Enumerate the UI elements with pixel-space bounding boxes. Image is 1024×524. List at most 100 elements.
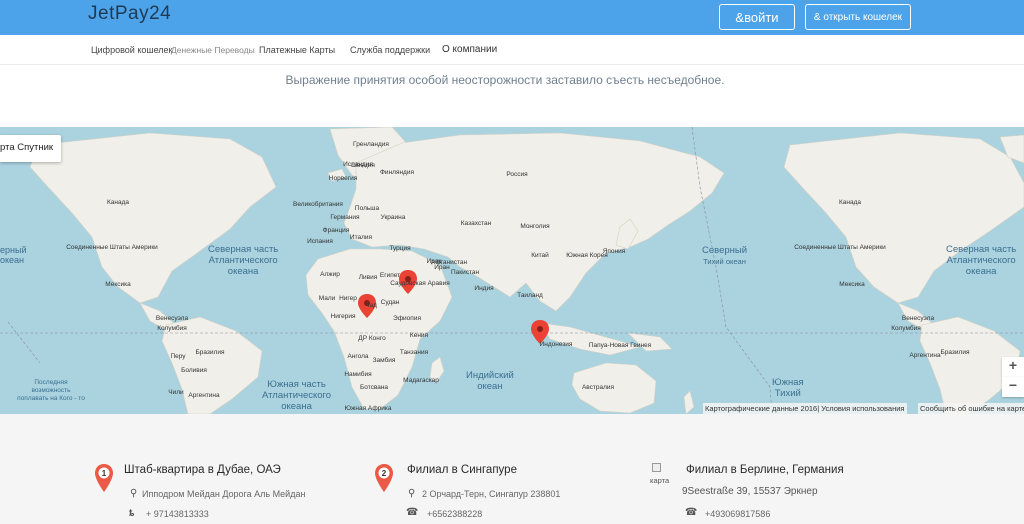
country-label: Пакистан xyxy=(450,269,480,276)
country-label: Таиланд xyxy=(517,292,543,299)
country-label: Нигер xyxy=(339,295,357,302)
country-label: Чад xyxy=(365,302,377,309)
ocean-label: поплавать на Кого - то xyxy=(17,395,85,402)
ocean-label: Южная xyxy=(772,377,804,388)
login-button[interactable]: &войти xyxy=(719,4,795,30)
country-label: Турция xyxy=(389,245,411,252)
country-label: Южная Африка xyxy=(344,405,392,412)
zoom-out-button[interactable]: − xyxy=(1002,377,1024,397)
marker-number: 1 xyxy=(102,469,107,478)
country-label: Соединенные Штаты Америки xyxy=(794,244,886,251)
broken-map-image: карта xyxy=(650,463,674,486)
nav-item-money-transfers[interactable]: Денежные Переводы xyxy=(171,45,255,55)
ocean-label: Тихий xyxy=(774,388,801,399)
country-label: Мексика xyxy=(105,281,131,288)
country-label: Россия xyxy=(506,171,528,178)
office-title-singapore: Филиал в Сингапуре xyxy=(407,464,517,476)
office-title-berlin: Филиал в Берлине, Германия xyxy=(686,464,844,476)
country-label: Финляндия xyxy=(379,169,415,176)
map-type-toggle[interactable]: рта Спутник xyxy=(0,135,62,162)
office-phone[interactable]: +493069817586 xyxy=(705,509,770,519)
country-label: Колумбия xyxy=(891,325,921,332)
country-label: Судан xyxy=(380,299,400,306)
country-label: Казахстан xyxy=(460,220,492,227)
brand-logo[interactable]: JetPay24 xyxy=(88,3,171,25)
office-address: 2 Орчард-Терн, Сингапур 238801 xyxy=(422,489,561,499)
country-label: Аргентина xyxy=(909,352,941,359)
country-label: Колумбия xyxy=(157,325,187,332)
ocean-label: Атлантического xyxy=(208,255,278,266)
country-label: Нигерия xyxy=(330,313,356,320)
ocean-label: океана xyxy=(965,266,997,277)
ocean-label: Северный xyxy=(702,245,748,256)
location-pin-icon: ⚲ xyxy=(130,488,138,499)
country-label: Швеция xyxy=(351,162,375,169)
country-label: Франция xyxy=(322,227,350,234)
ocean-label: океан xyxy=(0,255,25,265)
country-label: Австралия xyxy=(581,384,615,391)
country-label: Боливия xyxy=(181,367,207,374)
country-label: Венесуэла xyxy=(901,315,935,322)
zoom-in-button[interactable]: + xyxy=(1002,357,1024,377)
country-label: Мадагаскар xyxy=(403,377,439,384)
country-label: Перу xyxy=(170,353,186,360)
country-label: Индия xyxy=(474,285,494,292)
country-label: Италия xyxy=(349,234,373,241)
country-label: Египет xyxy=(379,272,401,279)
country-label: Мали xyxy=(318,295,336,302)
country-label: Германия xyxy=(330,214,360,221)
office-address: 9Seestraße 39, 15537 Эркнер xyxy=(682,486,818,497)
country-label: Канада xyxy=(106,199,130,206)
country-label: Венесуэла xyxy=(155,315,189,322)
country-label: Иран xyxy=(434,264,450,271)
country-label: Китай xyxy=(531,252,549,259)
country-label: Испания xyxy=(307,238,333,245)
nav-item-support[interactable]: Служба поддержки xyxy=(350,45,430,55)
ocean-label: Тихий океан xyxy=(703,257,746,266)
country-label: Эфиопия xyxy=(393,315,421,322)
country-label: Канада xyxy=(838,199,862,206)
open-wallet-button[interactable]: & открыть кошелек xyxy=(805,4,911,30)
country-label: Великобритания xyxy=(293,201,343,208)
ocean-label: Последняя xyxy=(34,379,68,386)
ocean-label: Южная часть xyxy=(267,379,326,390)
ocean-label: Индийский xyxy=(466,370,514,381)
image-alt-text: карта xyxy=(650,476,670,485)
phone-icon: ☎ xyxy=(406,507,419,518)
ocean-label: возможность xyxy=(31,387,71,394)
country-label: Чили xyxy=(168,389,184,396)
country-label: Алжир xyxy=(320,271,340,278)
country-label: Польша xyxy=(354,205,380,212)
nav-item-digital-wallet[interactable]: Цифровой кошелек xyxy=(91,45,172,55)
office-phone[interactable]: + 97143813333 xyxy=(146,509,209,519)
country-label: Кения xyxy=(409,332,429,339)
nav-item-payment-cards[interactable]: Платежные Карты xyxy=(259,45,335,55)
country-label: Ливия xyxy=(358,274,378,281)
report-map-error-link[interactable]: Сообщить об ошибке на карте xyxy=(918,403,1024,414)
country-label: Намибия xyxy=(344,371,372,378)
phone-icon: ȶ xyxy=(129,508,135,519)
ocean-label: океана xyxy=(281,401,312,412)
country-label: Украина xyxy=(380,214,406,221)
map-marker-icon: 1 xyxy=(95,464,113,492)
ocean-label: Северная часть xyxy=(946,244,1017,255)
country-label: Мексика xyxy=(839,281,865,288)
marker-number: 2 xyxy=(382,469,387,478)
world-map[interactable]: ерный океан Северная часть Атлантическог… xyxy=(0,127,1024,414)
ocean-label: Атлантического xyxy=(262,390,332,401)
map-attribution[interactable]: Картографические данные 2016| Условия ис… xyxy=(703,403,907,414)
top-header: JetPay24 &войти & открыть кошелек xyxy=(0,0,1024,35)
nav-item-about[interactable]: О компании xyxy=(442,44,497,55)
country-label: Папуа-Новая Гвинея xyxy=(588,342,652,349)
office-phone[interactable]: +6562388228 xyxy=(427,509,482,519)
office-title-dubai: Штаб-квартира в Дубае, ОАЭ xyxy=(124,464,281,476)
country-label: Монголия xyxy=(520,223,550,230)
country-label: ДР Конго xyxy=(358,335,386,342)
country-label: Замбия xyxy=(372,357,396,364)
country-label: Индонезия xyxy=(539,341,573,348)
country-label: Бразилия xyxy=(195,349,225,356)
country-label: Бразилия xyxy=(940,349,970,356)
country-label: Танзания xyxy=(399,349,429,356)
ocean-label: океана xyxy=(227,266,259,277)
main-nav: Цифровой кошелек Денежные Переводы Плате… xyxy=(0,35,1024,65)
